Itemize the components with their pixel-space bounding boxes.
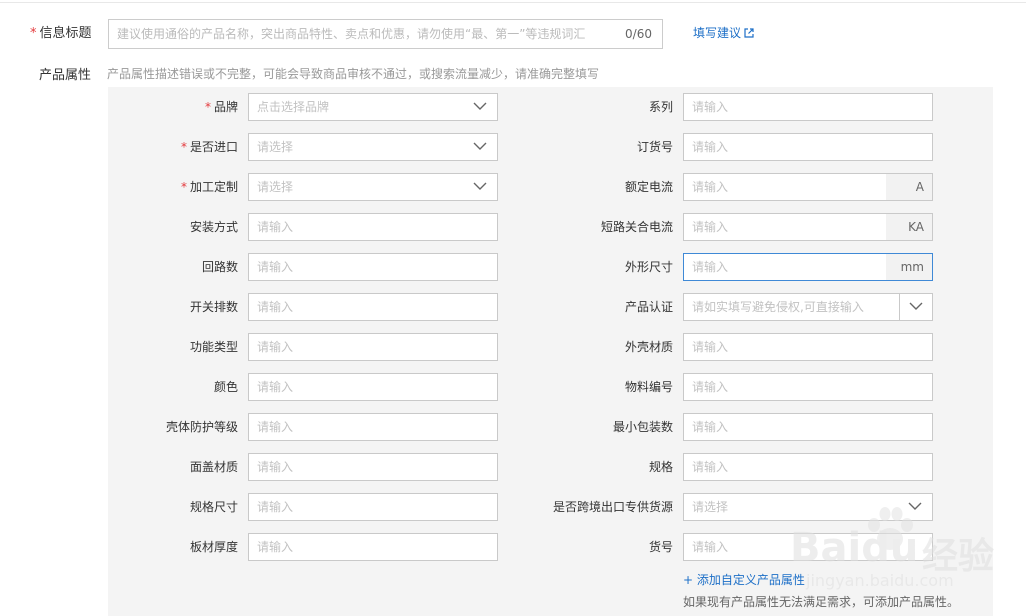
required-mark: * bbox=[204, 100, 211, 114]
text-input[interactable] bbox=[684, 454, 932, 480]
text-input[interactable] bbox=[249, 294, 497, 320]
unit-suffix: mm bbox=[886, 254, 932, 280]
text-input[interactable] bbox=[249, 454, 497, 480]
unit-input[interactable] bbox=[684, 174, 884, 200]
text-input[interactable] bbox=[684, 334, 932, 360]
text-input[interactable] bbox=[249, 254, 497, 280]
select-placeholder: 点击选择品牌 bbox=[257, 100, 330, 114]
attr-input-left-4[interactable] bbox=[248, 253, 498, 281]
attr-label-right-7: 物料编号 bbox=[624, 380, 673, 394]
chevron-down-icon bbox=[908, 502, 922, 510]
attr-label-left-4: 回路数 bbox=[201, 260, 238, 274]
attr-combo-right-5[interactable] bbox=[683, 293, 933, 321]
combo-input[interactable] bbox=[684, 294, 899, 320]
attr-label-left-3: 安装方式 bbox=[189, 220, 238, 234]
unit-suffix: A bbox=[886, 174, 932, 200]
attr-label-right-9: 规格 bbox=[648, 460, 673, 474]
attr-label-left-5: 开关排数 bbox=[189, 300, 238, 314]
attr-label-right-0: 系列 bbox=[648, 100, 673, 114]
add-attribute-hint: 如果现有产品属性无法满足需求，可添加产品属性。 bbox=[683, 595, 960, 609]
text-input[interactable] bbox=[684, 94, 932, 120]
attr-input-right-3[interactable]: KA bbox=[683, 213, 933, 241]
attr-select-left-2[interactable]: 请选择 bbox=[248, 173, 498, 201]
external-link-icon bbox=[744, 28, 754, 38]
attr-select-left-0[interactable]: 点击选择品牌 bbox=[248, 93, 498, 121]
text-input[interactable] bbox=[249, 534, 497, 560]
fill-suggestion-link[interactable]: 填写建议 bbox=[693, 24, 754, 41]
attr-label-left-0: * 品牌 bbox=[204, 100, 238, 114]
attr-label-right-1: 订货号 bbox=[636, 140, 673, 154]
select-placeholder: 请选择 bbox=[257, 140, 294, 154]
attr-label-right-5: 产品认证 bbox=[624, 300, 673, 314]
select-placeholder: 请选择 bbox=[257, 180, 294, 194]
unit-input[interactable] bbox=[684, 214, 884, 240]
text-input[interactable] bbox=[249, 374, 497, 400]
text-input[interactable] bbox=[249, 214, 497, 240]
attr-label-left-8: 壳体防护等级 bbox=[165, 420, 238, 434]
attr-label-right-11: 货号 bbox=[648, 540, 673, 554]
attr-input-right-2[interactable]: A bbox=[683, 173, 933, 201]
attr-input-right-4[interactable]: mm bbox=[683, 253, 933, 281]
title-label: * 信息标题 bbox=[30, 26, 92, 41]
select-placeholder: 请选择 bbox=[692, 500, 729, 514]
attr-input-left-11[interactable] bbox=[248, 533, 498, 561]
add-custom-attribute-link[interactable]: + 添加自定义产品属性 bbox=[683, 571, 805, 588]
attributes-note: 产品属性描述错误或不完整，可能会导致商品审核不通过，或搜索流量减少，请准确完整填… bbox=[107, 67, 600, 81]
attr-label-right-8: 最小包装数 bbox=[612, 420, 673, 434]
text-input[interactable] bbox=[684, 414, 932, 440]
attr-input-right-0[interactable] bbox=[683, 93, 933, 121]
text-input[interactable] bbox=[249, 414, 497, 440]
attr-input-left-10[interactable] bbox=[248, 493, 498, 521]
attr-input-left-6[interactable] bbox=[248, 333, 498, 361]
unit-suffix: KA bbox=[886, 214, 932, 240]
attr-input-right-7[interactable] bbox=[683, 373, 933, 401]
required-mark: * bbox=[180, 140, 187, 154]
text-input[interactable] bbox=[684, 134, 932, 160]
title-char-counter: 0/60 bbox=[625, 27, 652, 41]
attr-input-left-9[interactable] bbox=[248, 453, 498, 481]
attr-label-right-3: 短路关合电流 bbox=[600, 220, 673, 234]
attr-label-left-1: * 是否进口 bbox=[180, 140, 238, 154]
attr-label-left-6: 功能类型 bbox=[189, 340, 238, 354]
chevron-down-icon bbox=[909, 302, 923, 310]
attr-label-left-11: 板材厚度 bbox=[189, 540, 238, 554]
title-input-wrapper: 0/60 bbox=[108, 19, 663, 49]
attr-label-right-10: 是否跨境出口专供货源 bbox=[552, 500, 673, 514]
attr-select-right-10[interactable]: 请选择 bbox=[683, 493, 933, 521]
attr-input-left-5[interactable] bbox=[248, 293, 498, 321]
attr-input-right-1[interactable] bbox=[683, 133, 933, 161]
unit-input[interactable] bbox=[684, 254, 884, 280]
attr-label-right-2: 额定电流 bbox=[624, 180, 673, 194]
required-mark: * bbox=[180, 180, 187, 194]
combo-dropdown-button[interactable] bbox=[899, 294, 932, 320]
attr-input-right-11[interactable] bbox=[683, 533, 933, 561]
attr-input-left-8[interactable] bbox=[248, 413, 498, 441]
attr-label-left-9: 面盖材质 bbox=[189, 460, 238, 474]
text-input[interactable] bbox=[249, 334, 497, 360]
attr-select-left-1[interactable]: 请选择 bbox=[248, 133, 498, 161]
attr-label-right-6: 外壳材质 bbox=[624, 340, 673, 354]
text-input[interactable] bbox=[249, 494, 497, 520]
attr-label-left-2: * 加工定制 bbox=[180, 180, 238, 194]
text-input[interactable] bbox=[684, 374, 932, 400]
attr-label-left-10: 规格尺寸 bbox=[189, 500, 238, 514]
attr-input-right-8[interactable] bbox=[683, 413, 933, 441]
required-mark: * bbox=[30, 26, 37, 41]
attr-input-left-3[interactable] bbox=[248, 213, 498, 241]
attr-label-right-4: 外形尺寸 bbox=[624, 260, 673, 274]
text-input[interactable] bbox=[684, 534, 932, 560]
attr-input-left-7[interactable] bbox=[248, 373, 498, 401]
top-divider bbox=[0, 2, 1026, 3]
attr-label-left-7: 颜色 bbox=[213, 380, 238, 394]
title-input[interactable] bbox=[109, 20, 609, 48]
attr-input-right-9[interactable] bbox=[683, 453, 933, 481]
attributes-label: 产品属性 bbox=[39, 68, 92, 83]
attr-input-right-6[interactable] bbox=[683, 333, 933, 361]
